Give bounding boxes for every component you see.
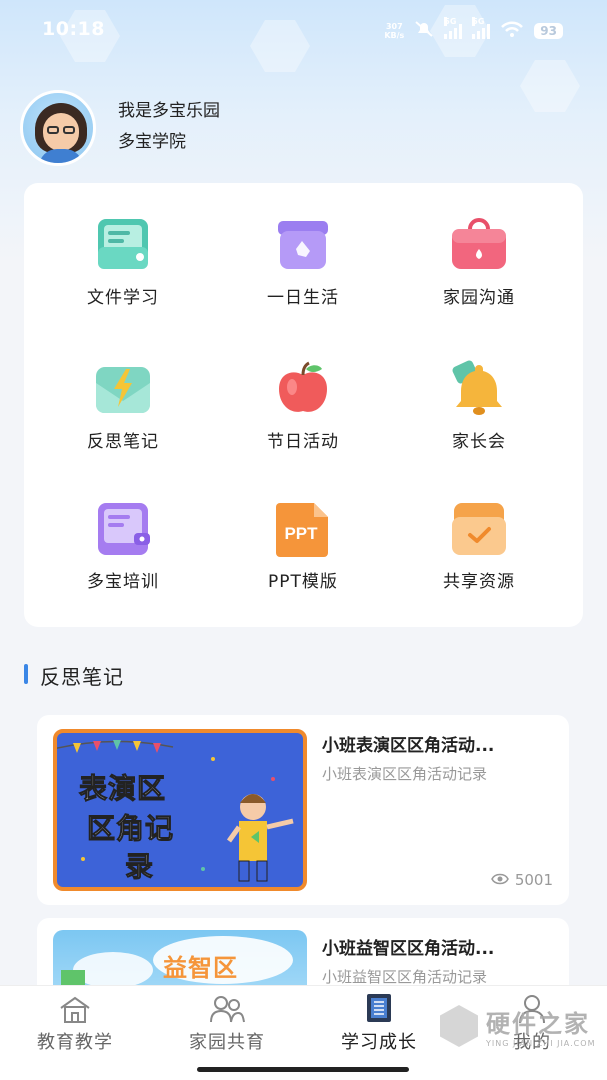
cell-signal-icon: 5G — [444, 17, 463, 39]
status-bar: 10:18 307 KB/s 5G 5G 93 — [0, 0, 607, 60]
watermark-title: 硬件之家 — [486, 1010, 590, 1038]
view-count: 5001 — [490, 871, 553, 889]
section-title: 反思笔记 — [40, 665, 124, 689]
grid-item-file-study[interactable]: 文件学习 — [48, 215, 198, 308]
grid-item-festival-activities[interactable]: 节日活动 — [228, 359, 378, 452]
status-time: 10:18 — [42, 18, 105, 40]
tab-label: 教育教学 — [37, 1032, 113, 1053]
grid-item-label: PPT模版 — [268, 572, 338, 592]
mute-icon — [414, 20, 434, 42]
thumbnail-text: 表演区 — [78, 772, 167, 806]
shared-resources-icon — [446, 499, 512, 559]
thumbnail-text: 区角记 — [86, 812, 175, 846]
daily-life-icon — [270, 215, 336, 275]
section-accent-bar — [24, 664, 28, 684]
grid-item-label: 一日生活 — [267, 288, 339, 308]
watermark-logo-icon — [440, 1005, 478, 1047]
avatar[interactable] — [20, 90, 96, 166]
eye-icon — [490, 871, 509, 889]
grid-item-label: 家长会 — [452, 432, 506, 452]
ppt-icon: PPT — [270, 499, 336, 559]
grid-item-shared-resources[interactable]: 共享资源 — [404, 499, 554, 592]
people-icon — [152, 992, 302, 1024]
article-card[interactable]: 表演区 区角记 录 小班表演区区角活动... 小班表演区区角活动记录 5001 — [37, 715, 569, 905]
tab-home-school[interactable]: 家园共育 — [152, 992, 302, 1054]
grid-item-label: 共享资源 — [443, 572, 515, 592]
grid-item-label: 反思笔记 — [87, 432, 159, 452]
book-icon — [304, 992, 454, 1024]
article-subtitle: 小班表演区区角活动记录 — [322, 765, 488, 783]
tab-education[interactable]: 教育教学 — [0, 992, 150, 1054]
watermark-subtitle: YING JIAN ZHI JIA.COM — [486, 1039, 596, 1048]
grid-item-reflection-notes[interactable]: 反思笔记 — [48, 359, 198, 452]
thumbnail-text: 录 — [124, 850, 154, 884]
cell-signal-label: 5G — [472, 17, 485, 26]
thumbnail-text: 益智区 — [163, 954, 238, 982]
home-communication-icon — [446, 215, 512, 275]
tab-learning-growth[interactable]: 学习成长 — [304, 992, 454, 1054]
battery-indicator: 93 — [534, 23, 563, 39]
status-icons: 307 KB/s 5G 5G 93 — [384, 17, 563, 42]
user-school: 多宝学院 — [118, 132, 186, 152]
feature-grid: 文件学习 一日生活 家园沟通 反思笔记 节日活动 家长会 多宝培训 PPT PP… — [24, 183, 583, 627]
tab-label: 学习成长 — [341, 1032, 417, 1053]
tab-label: 家园共育 — [189, 1032, 265, 1053]
grid-item-training[interactable]: 多宝培训 — [48, 499, 198, 592]
grid-item-label: 家园沟通 — [443, 288, 515, 308]
grid-item-daily-life[interactable]: 一日生活 — [228, 215, 378, 308]
view-count-value: 5001 — [514, 871, 553, 889]
grid-item-label: 节日活动 — [267, 432, 339, 452]
bell-icon — [446, 359, 512, 419]
hex-decoration — [520, 60, 580, 112]
training-icon — [90, 499, 156, 559]
watermark: 硬件之家 YING JIAN ZHI JIA.COM — [440, 1004, 595, 1048]
apple-icon — [270, 359, 336, 419]
article-title[interactable]: 小班益智区区角活动... — [322, 934, 494, 959]
home-indicator — [197, 1067, 409, 1072]
school-icon — [0, 992, 150, 1024]
article-title[interactable]: 小班表演区区角活动... — [322, 731, 494, 756]
article-subtitle: 小班益智区区角活动记录 — [322, 968, 488, 986]
grid-item-home-communication[interactable]: 家园沟通 — [404, 215, 554, 308]
reflection-notes-icon — [90, 359, 156, 419]
grid-item-parent-meeting[interactable]: 家长会 — [404, 359, 554, 452]
ppt-icon-text: PPT — [284, 524, 318, 543]
network-speed-unit: KB/s — [384, 31, 405, 40]
grid-item-label: 文件学习 — [87, 288, 159, 308]
grid-item-ppt-template[interactable]: PPT PPT模版 — [228, 499, 378, 592]
cell-signal-label: 5G — [444, 17, 457, 26]
article-thumbnail[interactable]: 表演区 区角记 录 — [53, 729, 307, 891]
network-speed: 307 KB/s — [384, 22, 404, 40]
cell-signal-icon: 5G — [472, 17, 491, 39]
grid-item-label: 多宝培训 — [87, 572, 159, 592]
file-study-icon — [90, 215, 156, 275]
wifi-icon — [500, 20, 524, 42]
user-name: 我是多宝乐园 — [118, 101, 220, 121]
network-speed-value: 307 — [385, 22, 403, 31]
